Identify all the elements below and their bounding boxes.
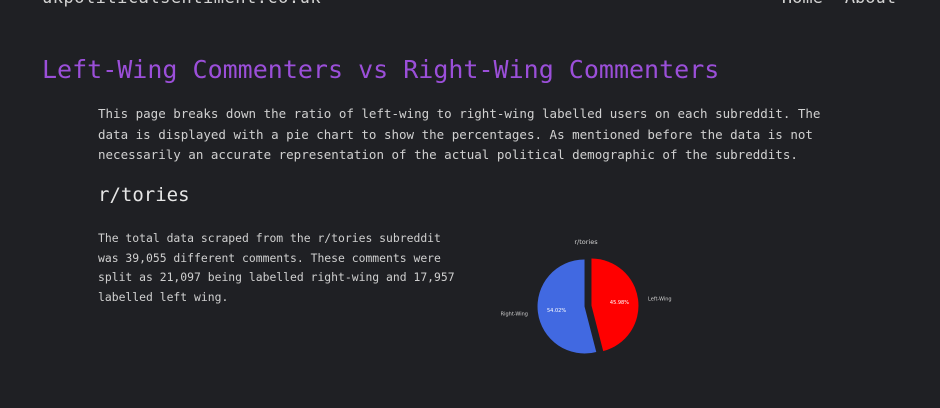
pie-category-label-right-wing: Right-Wing	[501, 312, 528, 318]
pie-slice-right-wing	[537, 259, 597, 354]
pie-chart-svg: r/tories 45.98% Left-Wing 54.02% Right-Wing	[501, 238, 672, 354]
page-title: Left-Wing Commenters vs Right-Wing Comme…	[42, 55, 720, 84]
pie-value-label-left-wing: 45.98%	[610, 300, 629, 306]
nav-about-link[interactable]: About	[845, 0, 896, 8]
nav-home-link[interactable]: Home	[782, 0, 823, 8]
site-title[interactable]: ukpoliticalsentiment.co.uk	[42, 0, 321, 8]
top-nav: Home About	[782, 0, 896, 8]
page: ukpoliticalsentiment.co.uk Home About Le…	[0, 0, 940, 408]
pie-category-label-left-wing: Left-Wing	[648, 296, 672, 302]
chart-title: r/tories	[574, 238, 598, 246]
pie-chart-tories: r/tories 45.98% Left-Wing 54.02% Right-Wing	[500, 232, 680, 364]
section-heading-tories: r/tories	[98, 184, 190, 206]
intro-paragraph: This page breaks down the ratio of left-…	[98, 106, 821, 162]
pie-value-label-right-wing: 54.02%	[547, 308, 566, 314]
section-text-tories: The total data scraped from the r/tories…	[98, 231, 455, 304]
